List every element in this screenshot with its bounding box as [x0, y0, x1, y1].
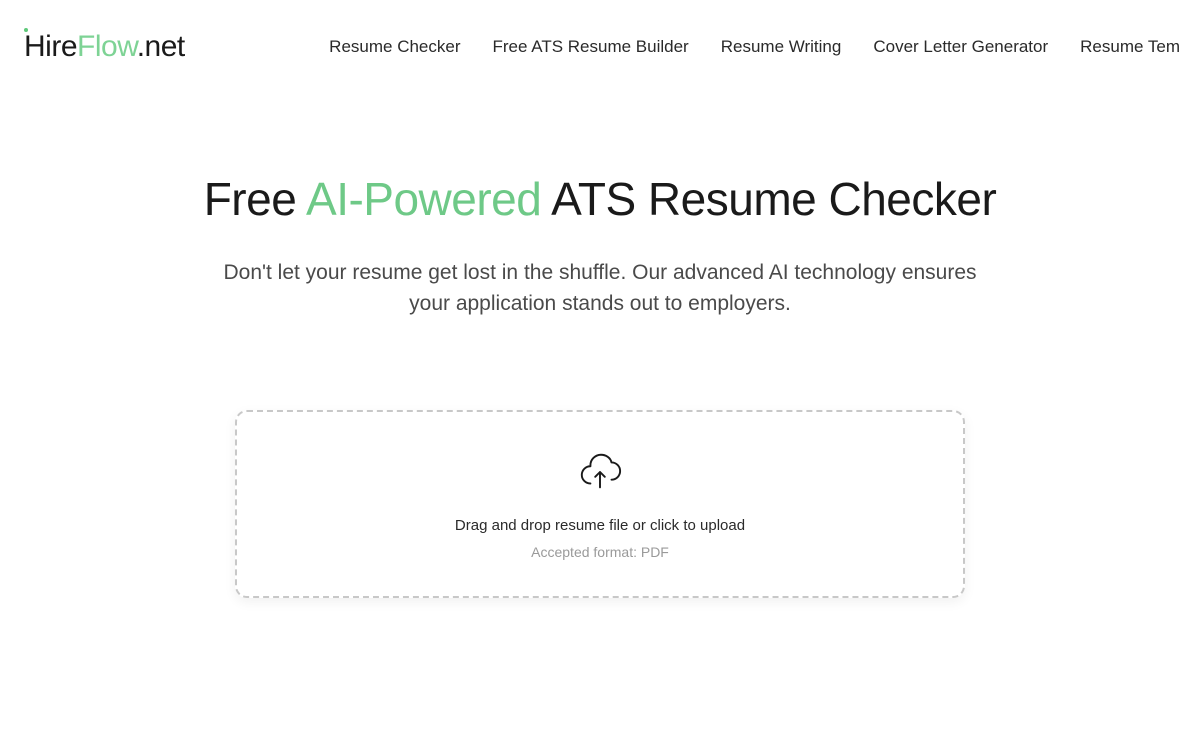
- logo[interactable]: HireFlow.net: [24, 30, 185, 64]
- upload-format-text: Accepted format: PDF: [257, 544, 943, 560]
- hero-subtitle: Don't let your resume get lost in the sh…: [210, 257, 990, 320]
- cloud-upload-icon: [577, 452, 623, 497]
- logo-part-hire: Hire: [24, 30, 77, 63]
- logo-part-flow: Flow: [77, 30, 137, 63]
- nav-resume-writing[interactable]: Resume Writing: [721, 37, 842, 57]
- nav-ats-builder[interactable]: Free ATS Resume Builder: [493, 37, 689, 57]
- nav-resume-checker[interactable]: Resume Checker: [329, 37, 460, 57]
- hero-section: Free AI-Powered ATS Resume Checker Don't…: [110, 94, 1090, 320]
- nav-cover-letter[interactable]: Cover Letter Generator: [873, 37, 1048, 57]
- header: HireFlow.net Resume Checker Free ATS Res…: [0, 0, 1200, 94]
- nav-resume-templates[interactable]: Resume Tem: [1080, 37, 1180, 57]
- hero-title: Free AI-Powered ATS Resume Checker: [150, 174, 1050, 225]
- hero-title-suffix: ATS Resume Checker: [541, 173, 996, 225]
- upload-dropzone[interactable]: Drag and drop resume file or click to up…: [235, 410, 965, 598]
- upload-instruction-text: Drag and drop resume file or click to up…: [257, 517, 943, 534]
- logo-part-net: .net: [137, 30, 185, 63]
- hero-title-accent: AI-Powered: [306, 173, 541, 225]
- main-nav: Resume Checker Free ATS Resume Builder R…: [329, 37, 1180, 57]
- hero-title-prefix: Free: [204, 173, 306, 225]
